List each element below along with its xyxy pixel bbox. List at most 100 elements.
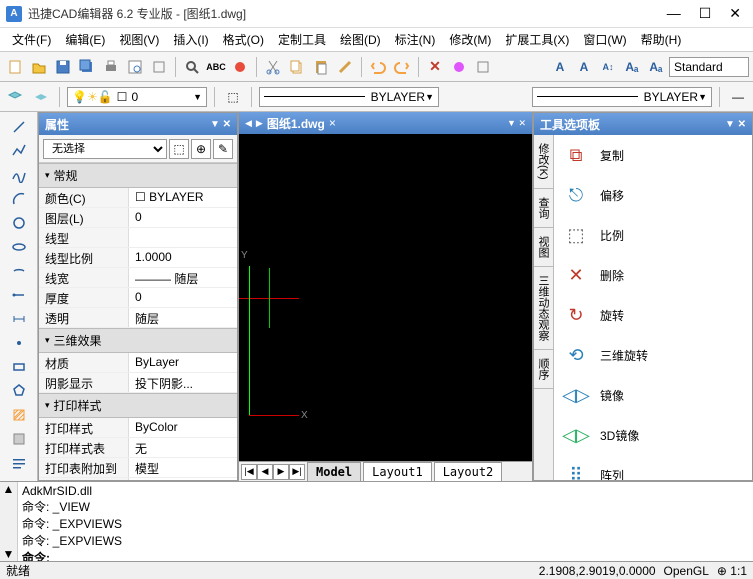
tab-nav-left-icon[interactable]: ◀ xyxy=(245,118,252,129)
property-row[interactable]: 线型 xyxy=(39,228,237,248)
tab-nav-right-icon[interactable]: ▶ xyxy=(256,118,263,129)
menu-item[interactable]: 格式(O) xyxy=(217,29,270,50)
menu-item[interactable]: 定制工具 xyxy=(272,29,332,50)
tool-item[interactable]: ⧉复制 xyxy=(554,135,752,175)
property-row[interactable]: 打印表类型依赖于颜... xyxy=(39,478,237,480)
menu-item[interactable]: 帮助(H) xyxy=(635,29,688,50)
tab-close-icon[interactable]: × xyxy=(329,116,336,130)
menu-item[interactable]: 编辑(E) xyxy=(59,29,111,50)
line-tool[interactable] xyxy=(8,116,30,138)
spline-tool[interactable] xyxy=(8,164,30,186)
quickselect-button[interactable]: ⬚ xyxy=(169,139,189,159)
lineweight-display-button[interactable]: — xyxy=(727,86,749,108)
console-scrollbar[interactable]: ▲▼ xyxy=(0,482,18,561)
palette-vtab[interactable]: 顺序 xyxy=(534,350,553,389)
copy-button[interactable] xyxy=(286,56,308,78)
layout-tab[interactable]: Layout2 xyxy=(434,462,503,482)
find-button[interactable] xyxy=(181,56,203,78)
text-a3-button[interactable]: A↕ xyxy=(597,56,619,78)
property-row[interactable]: 图层(L)0 xyxy=(39,208,237,228)
property-row[interactable]: 线型比例1.0000 xyxy=(39,248,237,268)
tab-menu-icon[interactable]: ▼ ✕ xyxy=(507,118,526,129)
regen-button[interactable] xyxy=(472,56,494,78)
tool-palette-close-icon[interactable]: ▼ ✕ xyxy=(725,119,746,130)
ray-tool[interactable] xyxy=(8,284,30,306)
property-row[interactable]: 线宽——— 随层 xyxy=(39,268,237,288)
maximize-button[interactable]: ☐ xyxy=(699,5,712,22)
tool-item[interactable]: ⬚比例 xyxy=(554,215,752,255)
layer-tool1-button[interactable]: ⬚ xyxy=(222,86,244,108)
redo-button[interactable] xyxy=(391,56,413,78)
menu-item[interactable]: 文件(F) xyxy=(6,29,57,50)
property-row[interactable]: 厚度0 xyxy=(39,288,237,308)
text-a1-button[interactable]: A xyxy=(549,56,571,78)
layer-combo[interactable]: 💡☀🔓☐0▼ xyxy=(67,87,207,107)
tool-item[interactable]: ◁▷3D镜像 xyxy=(554,415,752,455)
polygon-tool[interactable] xyxy=(8,380,30,402)
property-row[interactable]: 打印表附加到模型 xyxy=(39,458,237,478)
console-prompt[interactable]: 命令: xyxy=(22,549,749,561)
spell-button[interactable]: ABC xyxy=(205,56,227,78)
palette-vtab[interactable]: 视图 xyxy=(534,228,553,267)
tool-item[interactable]: ⎋偏移 xyxy=(554,175,752,215)
circle-tool[interactable] xyxy=(8,212,30,234)
matchprop-button[interactable] xyxy=(334,56,356,78)
minimize-button[interactable]: — xyxy=(667,5,681,22)
saveall-button[interactable] xyxy=(76,56,98,78)
selection-combo[interactable]: 无选择 xyxy=(43,139,167,159)
ellipse-arc-tool[interactable] xyxy=(8,260,30,282)
layout-next-icon[interactable]: ▶ xyxy=(273,464,289,480)
property-row[interactable]: 打印样式表无 xyxy=(39,438,237,458)
text-style-combo[interactable]: Standard xyxy=(669,57,749,77)
layout-tab[interactable]: Model xyxy=(307,462,361,482)
menu-item[interactable]: 修改(M) xyxy=(443,29,497,50)
text-a2-button[interactable]: A xyxy=(573,56,595,78)
menu-item[interactable]: 视图(V) xyxy=(113,29,165,50)
menu-item[interactable]: 绘图(D) xyxy=(334,29,387,50)
pickadd-button[interactable]: ⊕ xyxy=(191,139,211,159)
property-group-header[interactable]: ▾三维效果 xyxy=(39,328,237,353)
property-row[interactable]: 颜色(C)☐ BYLAYER xyxy=(39,188,237,208)
linetype-combo[interactable]: BYLAYER▼ xyxy=(259,87,439,107)
paste-button[interactable] xyxy=(310,56,332,78)
property-group-header[interactable]: ▾常规 xyxy=(39,163,237,188)
selectobj-button[interactable]: ✎ xyxy=(213,139,233,159)
palette-vtab[interactable]: 查询 xyxy=(534,189,553,228)
audit-button[interactable] xyxy=(229,56,251,78)
layer-states-button[interactable] xyxy=(30,86,52,108)
menu-item[interactable]: 窗口(W) xyxy=(577,29,632,50)
property-row[interactable]: 透明随层 xyxy=(39,308,237,328)
text-a4-button[interactable]: Aₐ xyxy=(621,56,643,78)
region-tool[interactable] xyxy=(8,428,30,450)
property-row[interactable]: 阴影显示投下阴影... xyxy=(39,373,237,393)
open-button[interactable] xyxy=(28,56,50,78)
menu-item[interactable]: 标注(N) xyxy=(389,29,442,50)
menu-item[interactable]: 扩展工具(X) xyxy=(499,29,575,50)
tool-item[interactable]: ⠿阵列 xyxy=(554,455,752,480)
dimension-tool[interactable] xyxy=(8,308,30,330)
tool-item[interactable]: ✕删除 xyxy=(554,255,752,295)
point-tool[interactable] xyxy=(8,332,30,354)
menu-item[interactable]: 插入(I) xyxy=(167,29,214,50)
rectangle-tool[interactable] xyxy=(8,356,30,378)
layout-last-icon[interactable]: ▶| xyxy=(289,464,305,480)
palette-vtab[interactable]: 三维动态观察 xyxy=(534,267,553,350)
purge-button[interactable] xyxy=(448,56,470,78)
plot-button[interactable] xyxy=(148,56,170,78)
polyline-tool[interactable] xyxy=(8,140,30,162)
close-button[interactable]: ✕ xyxy=(729,5,741,22)
document-tab[interactable]: 图纸1.dwg xyxy=(267,115,325,132)
layout-first-icon[interactable]: |◀ xyxy=(241,464,257,480)
properties-close-icon[interactable]: ▼ ✕ xyxy=(210,119,231,130)
print-button[interactable] xyxy=(100,56,122,78)
property-group-header[interactable]: ▾打印样式 xyxy=(39,393,237,418)
console-text[interactable]: AdkMrSID.dll命令: _VIEW命令: _EXPVIEWS命令: _E… xyxy=(18,482,753,561)
layout-prev-icon[interactable]: ◀ xyxy=(257,464,273,480)
lineweight-combo[interactable]: BYLAYER▼ xyxy=(532,87,712,107)
hatch-tool[interactable] xyxy=(8,404,30,426)
erase-button[interactable]: ✕ xyxy=(424,56,446,78)
property-row[interactable]: 打印样式ByColor xyxy=(39,418,237,438)
text-tool[interactable] xyxy=(8,452,30,474)
layer-props-button[interactable] xyxy=(4,86,26,108)
save-button[interactable] xyxy=(52,56,74,78)
